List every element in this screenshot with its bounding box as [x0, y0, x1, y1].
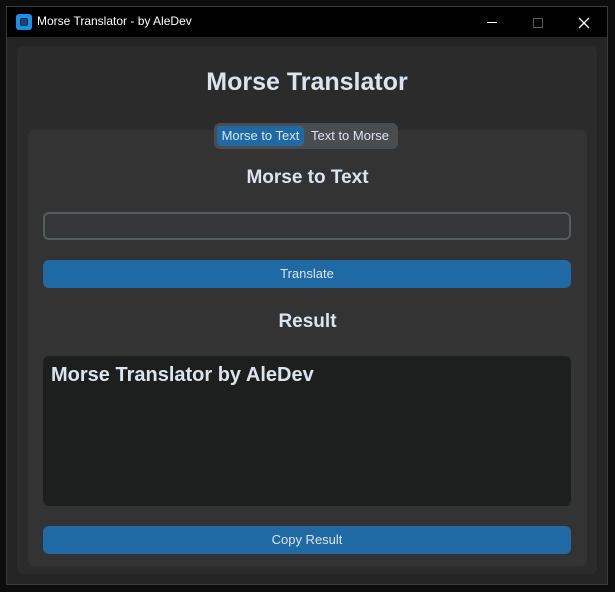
- minimize-button[interactable]: [469, 7, 515, 37]
- result-heading: Result: [278, 311, 337, 332]
- translate-button[interactable]: Translate: [43, 260, 571, 288]
- app-title: Morse Translator: [206, 68, 408, 96]
- minimize-icon: [487, 22, 497, 23]
- result-text: Morse Translator by AleDev: [51, 364, 314, 386]
- tab-view: Morse to Text Translate Result Morse Tra…: [28, 130, 587, 566]
- maximize-button[interactable]: [515, 7, 561, 37]
- window-title: Morse Translator - by AleDev: [37, 14, 192, 28]
- section-heading-morse-to-text: Morse to Text: [246, 167, 369, 188]
- main-frame: Morse Translator Morse to Text Translate…: [17, 46, 597, 574]
- maximize-icon: [533, 17, 543, 28]
- desktop: Morse Translator - by AleDev Morse Trans…: [0, 0, 615, 592]
- result-textbox[interactable]: Morse Translator by AleDev: [43, 356, 571, 506]
- tab-text-to-morse[interactable]: Text to Morse: [306, 126, 394, 146]
- app-window: Morse Translator - by AleDev Morse Trans…: [6, 6, 608, 585]
- app-icon: [16, 14, 32, 30]
- tab-segmented-control: Morse to Text Text to Morse: [214, 123, 398, 149]
- copy-result-button[interactable]: Copy Result: [43, 526, 571, 554]
- tab-morse-to-text[interactable]: Morse to Text: [217, 126, 304, 146]
- title-bar[interactable]: Morse Translator - by AleDev: [7, 7, 607, 37]
- morse-input[interactable]: [43, 212, 571, 240]
- close-button[interactable]: [561, 7, 607, 37]
- close-icon: [578, 17, 590, 28]
